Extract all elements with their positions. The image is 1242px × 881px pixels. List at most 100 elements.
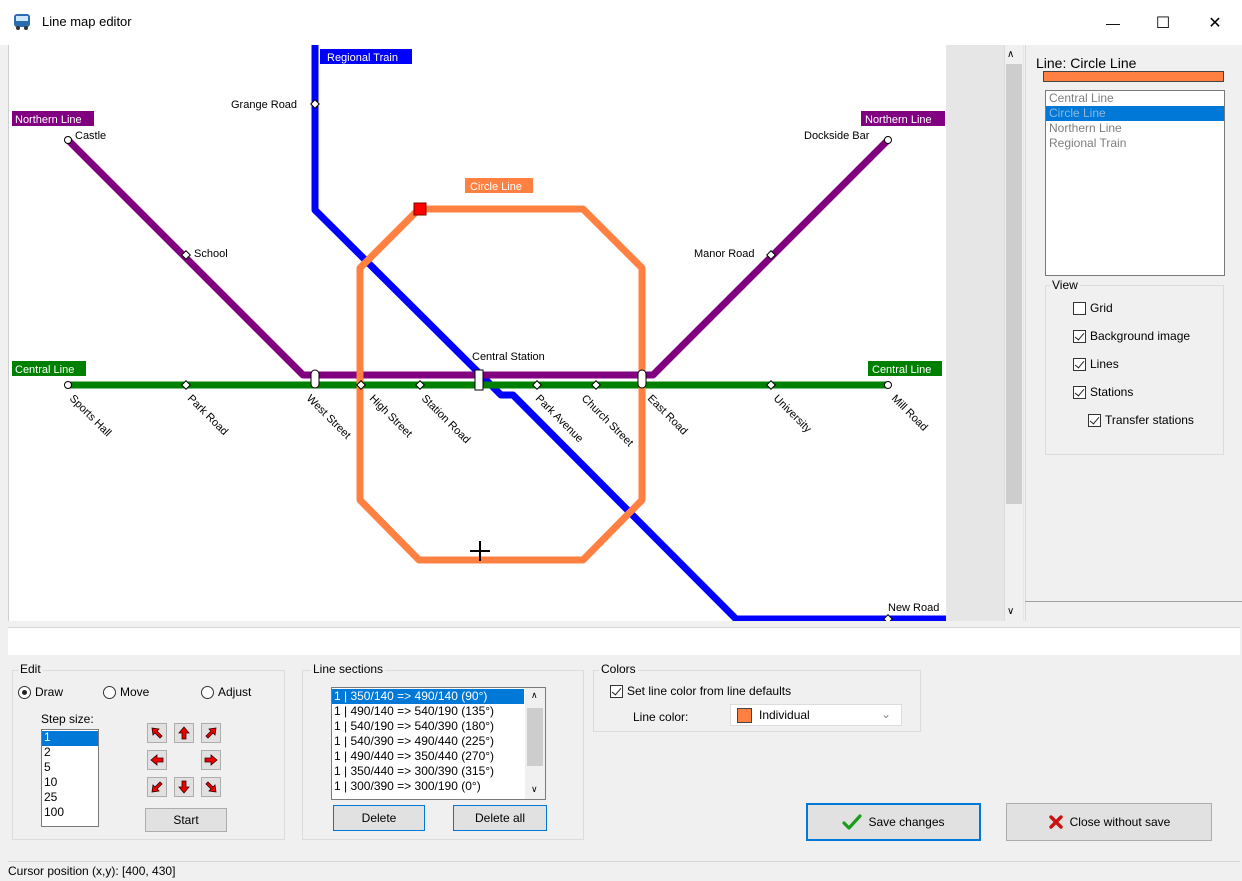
line-list-item[interactable]: Circle Line bbox=[1046, 106, 1224, 121]
save-changes-button[interactable]: Save changes bbox=[806, 803, 981, 841]
draw-radio[interactable] bbox=[18, 685, 31, 699]
checkmark-icon bbox=[842, 814, 863, 830]
grid-checkbox[interactable] bbox=[1073, 301, 1086, 315]
line-map-canvas[interactable]: Regional Train Northern Line Northern Li… bbox=[8, 45, 946, 621]
adjust-radio[interactable] bbox=[201, 685, 214, 699]
station-marker-central-station bbox=[474, 369, 484, 391]
move-radio[interactable] bbox=[103, 685, 116, 699]
line-list-item[interactable]: Regional Train bbox=[1046, 136, 1224, 151]
line-label-central-right: Central Line bbox=[868, 361, 942, 376]
close-window-button[interactable]: ✕ bbox=[1192, 0, 1238, 45]
station-label-east-road: East Road bbox=[645, 393, 690, 438]
chevron-down-icon: ⌄ bbox=[881, 707, 892, 721]
adjust-label: Adjust bbox=[218, 685, 252, 699]
move-up-right-button[interactable] bbox=[201, 723, 221, 743]
northern-line bbox=[65, 137, 891, 379]
move-right-button[interactable] bbox=[201, 750, 221, 770]
circle-line-label: Circle Line bbox=[470, 181, 522, 193]
maximize-button[interactable]: ☐ bbox=[1140, 0, 1186, 45]
set-from-defaults-checkbox[interactable] bbox=[610, 684, 623, 698]
arrow-down-icon bbox=[178, 780, 190, 794]
line-section-item[interactable]: 1 | 490/140 => 540/190 (135°) bbox=[332, 704, 524, 719]
line-section-item[interactable]: 1 | 540/390 => 490/440 (225°) bbox=[332, 734, 524, 749]
draw-mode-option[interactable]: Draw bbox=[18, 685, 63, 699]
station-marker-dockside-bar bbox=[884, 136, 892, 144]
line-section-item[interactable]: 1 | 350/440 => 300/390 (315°) bbox=[332, 764, 524, 779]
colors-group: Colors Set line color from line defaults… bbox=[593, 662, 921, 732]
station-label-manor-road: Manor Road bbox=[694, 248, 755, 260]
transfer-stations-checkbox[interactable] bbox=[1088, 413, 1101, 427]
central-line-label-left: Central Line bbox=[15, 364, 74, 376]
line-sections-legend: Line sections bbox=[311, 662, 386, 676]
grid-checkbox-row[interactable]: Grid bbox=[1073, 301, 1113, 315]
move-left-button[interactable] bbox=[147, 750, 167, 770]
start-button[interactable]: Start bbox=[145, 808, 227, 832]
line-section-item[interactable]: 1 | 540/190 => 540/390 (180°) bbox=[332, 719, 524, 734]
move-down-button[interactable] bbox=[174, 777, 194, 797]
station-label-school: School bbox=[194, 248, 228, 260]
step-size-item[interactable]: 1 bbox=[42, 731, 98, 746]
section-start-marker bbox=[413, 202, 427, 216]
background-image-label: Background image bbox=[1090, 329, 1191, 343]
arrow-up-left-icon bbox=[151, 727, 163, 739]
sections-scroll-down-icon[interactable]: ∨ bbox=[531, 784, 538, 795]
vertical-scrollbar-thumb[interactable] bbox=[1006, 64, 1022, 504]
sections-scrollbar[interactable]: ∧ ∨ bbox=[525, 688, 545, 799]
step-size-item[interactable]: 5 bbox=[42, 761, 98, 776]
adjust-mode-option[interactable]: Adjust bbox=[201, 685, 251, 699]
line-section-item[interactable]: 1 | 300/390 => 300/190 (0°) bbox=[332, 779, 524, 794]
transfer-stations-label: Transfer stations bbox=[1105, 413, 1194, 427]
move-mode-option[interactable]: Move bbox=[103, 685, 149, 699]
line-section-item[interactable]: 1 | 350/140 => 490/140 (90°) bbox=[332, 689, 524, 704]
line-list-item[interactable]: Central Line bbox=[1046, 91, 1224, 106]
lines-checkbox[interactable] bbox=[1073, 357, 1086, 371]
move-up-button[interactable] bbox=[174, 723, 194, 743]
delete-all-button[interactable]: Delete all bbox=[453, 805, 547, 831]
sections-scroll-thumb[interactable] bbox=[527, 708, 543, 766]
scroll-up-icon[interactable]: ∧ bbox=[1007, 49, 1014, 60]
step-size-item[interactable]: 100 bbox=[42, 806, 98, 821]
scroll-down-icon[interactable]: ∨ bbox=[1007, 606, 1014, 617]
line-label-northern-left: Northern Line bbox=[12, 111, 94, 126]
station-label-mill-road: Mill Road bbox=[889, 393, 930, 434]
station-label-station-road: Station Road bbox=[419, 393, 472, 446]
step-size-item[interactable]: 25 bbox=[42, 791, 98, 806]
station-marker-castle bbox=[64, 136, 72, 144]
transfer-stations-checkbox-row[interactable]: Transfer stations bbox=[1088, 413, 1194, 427]
stations-checkbox-row[interactable]: Stations bbox=[1073, 385, 1133, 399]
arrow-left-icon bbox=[150, 754, 164, 766]
central-line-label-right: Central Line bbox=[872, 364, 931, 376]
line-color-label: Line color: bbox=[633, 710, 689, 724]
move-down-left-button[interactable] bbox=[147, 777, 167, 797]
step-size-list[interactable]: 1 2 5 10 25 100 bbox=[41, 729, 99, 827]
station-label-dockside-bar: Dockside Bar bbox=[804, 130, 870, 142]
step-size-item[interactable]: 2 bbox=[42, 746, 98, 761]
line-label-regional-train: Regional Train bbox=[320, 49, 412, 64]
move-down-right-button[interactable] bbox=[201, 777, 221, 797]
maximize-icon: ☐ bbox=[1155, 14, 1171, 32]
close-without-save-button[interactable]: Close without save bbox=[1006, 803, 1212, 841]
line-list[interactable]: Central Line Circle Line Northern Line Regi… bbox=[1045, 90, 1225, 276]
stations-checkbox[interactable] bbox=[1073, 385, 1086, 399]
panel-divider bbox=[1025, 601, 1242, 602]
regional-train-label: Regional Train bbox=[327, 52, 398, 64]
line-section-item[interactable]: 1 | 490/440 => 350/440 (270°) bbox=[332, 749, 524, 764]
set-from-defaults-row[interactable]: Set line color from line defaults bbox=[610, 684, 791, 698]
sections-scroll-up-icon[interactable]: ∧ bbox=[531, 690, 538, 701]
current-line-title: Line: Circle Line bbox=[1036, 55, 1137, 71]
colors-legend: Colors bbox=[599, 662, 638, 676]
move-up-left-button[interactable] bbox=[147, 723, 167, 743]
arrow-up-right-icon bbox=[205, 727, 217, 739]
delete-button[interactable]: Delete bbox=[333, 805, 425, 831]
step-size-item[interactable]: 10 bbox=[42, 776, 98, 791]
background-image-checkbox[interactable] bbox=[1073, 329, 1086, 343]
close-icon: ✕ bbox=[1208, 14, 1222, 32]
status-bar: Cursor position (x,y): [400, 430] bbox=[8, 864, 1240, 881]
lines-checkbox-row[interactable]: Lines bbox=[1073, 357, 1119, 371]
line-color-dropdown[interactable]: Individual ⌄ bbox=[730, 704, 902, 726]
background-image-checkbox-row[interactable]: Background image bbox=[1073, 329, 1190, 343]
arrow-down-left-icon bbox=[151, 781, 163, 793]
line-sections-list[interactable]: 1 | 350/140 => 490/140 (90°) 1 | 490/140 … bbox=[331, 687, 546, 800]
minimize-button[interactable]: — bbox=[1090, 0, 1136, 45]
line-list-item[interactable]: Northern Line bbox=[1046, 121, 1224, 136]
